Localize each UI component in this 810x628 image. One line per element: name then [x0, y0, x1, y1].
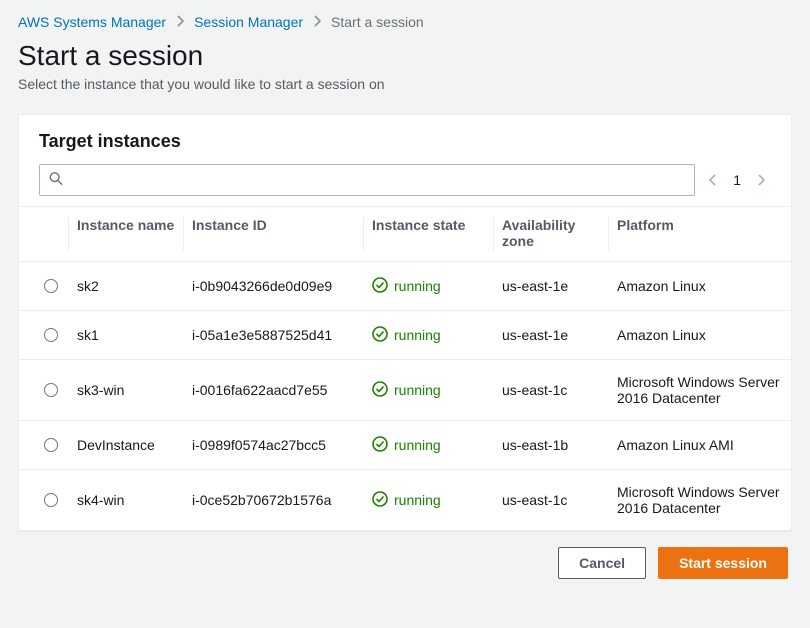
target-instances-panel: Target instances 1 — [18, 114, 792, 531]
cell-instance-name: sk2 — [69, 262, 184, 311]
page-subtitle: Select the instance that you would like … — [18, 76, 792, 92]
chevron-right-icon — [176, 14, 184, 30]
column-availability-zone[interactable]: Availability zone — [494, 207, 609, 262]
check-circle-icon — [372, 277, 388, 296]
page-number: 1 — [733, 172, 741, 188]
check-circle-icon — [372, 381, 388, 400]
chevron-right-icon — [313, 14, 321, 30]
status-badge: running — [372, 381, 441, 400]
column-instance-name[interactable]: Instance name — [69, 207, 184, 262]
cell-instance-name: sk3-win — [69, 360, 184, 421]
cell-platform: Microsoft Windows Server 2016 Datacenter — [609, 470, 791, 531]
cell-availability-zone: us-east-1e — [494, 262, 609, 311]
cell-instance-name: sk1 — [69, 311, 184, 360]
instance-radio[interactable] — [44, 438, 58, 452]
cell-availability-zone: us-east-1c — [494, 360, 609, 421]
check-circle-icon — [372, 326, 388, 345]
cell-platform: Amazon Linux — [609, 262, 791, 311]
status-badge: running — [372, 491, 441, 510]
table-row: DevInstancei-0989f0574ac27bcc5 running us-… — [19, 421, 791, 470]
column-instance-state[interactable]: Instance state — [364, 207, 494, 262]
breadcrumb-link-systems-manager[interactable]: AWS Systems Manager — [18, 14, 166, 30]
cell-instance-state: running — [394, 437, 441, 453]
table-row: sk2i-0b9043266de0d09e9 running us-east-1eA… — [19, 262, 791, 311]
cell-availability-zone: us-east-1c — [494, 470, 609, 531]
cell-instance-id: i-0ce52b70672b1576a — [184, 470, 364, 531]
check-circle-icon — [372, 436, 388, 455]
status-badge: running — [372, 436, 441, 455]
status-badge: running — [372, 326, 441, 345]
cancel-button[interactable]: Cancel — [558, 547, 646, 579]
column-instance-id[interactable]: Instance ID — [184, 207, 364, 262]
page-title: Start a session — [18, 40, 792, 72]
cell-instance-state: running — [394, 382, 441, 398]
instance-radio[interactable] — [44, 328, 58, 342]
cell-availability-zone: us-east-1e — [494, 311, 609, 360]
cell-platform: Amazon Linux AMI — [609, 421, 791, 470]
table-row: sk3-wini-0016fa622aacd7e55 running us-east… — [19, 360, 791, 421]
status-badge: running — [372, 277, 441, 296]
start-session-button[interactable]: Start session — [658, 547, 788, 579]
cell-instance-name: DevInstance — [69, 421, 184, 470]
cell-instance-id: i-05a1e3e5887525d41 — [184, 311, 364, 360]
cell-instance-id: i-0b9043266de0d09e9 — [184, 262, 364, 311]
column-platform[interactable]: Platform — [609, 207, 791, 262]
cell-platform: Microsoft Windows Server 2016 Datacenter — [609, 360, 791, 421]
cell-instance-id: i-0989f0574ac27bcc5 — [184, 421, 364, 470]
cell-instance-state: running — [394, 278, 441, 294]
cell-availability-zone: us-east-1b — [494, 421, 609, 470]
instance-radio[interactable] — [44, 383, 58, 397]
instances-table: Instance name Instance ID Instance state… — [19, 206, 791, 530]
search-input[interactable] — [39, 164, 695, 196]
cell-instance-id: i-0016fa622aacd7e55 — [184, 360, 364, 421]
check-circle-icon — [372, 491, 388, 510]
cell-instance-state: running — [394, 492, 441, 508]
instance-radio[interactable] — [44, 493, 58, 507]
cell-instance-name: sk4-win — [69, 470, 184, 531]
cell-instance-state: running — [394, 327, 441, 343]
page-next-button[interactable] — [753, 169, 771, 191]
breadcrumb-link-session-manager[interactable]: Session Manager — [194, 14, 303, 30]
pagination: 1 — [703, 169, 771, 191]
page-prev-button[interactable] — [703, 169, 721, 191]
column-select — [19, 207, 69, 262]
breadcrumb-current: Start a session — [331, 14, 424, 30]
breadcrumb: AWS Systems Manager Session Manager Star… — [18, 14, 792, 30]
table-row: sk1i-05a1e3e5887525d41 running us-east-1eA… — [19, 311, 791, 360]
cell-platform: Amazon Linux — [609, 311, 791, 360]
panel-title: Target instances — [19, 115, 791, 164]
instance-radio[interactable] — [44, 279, 58, 293]
table-row: sk4-wini-0ce52b70672b1576a running us-east… — [19, 470, 791, 531]
